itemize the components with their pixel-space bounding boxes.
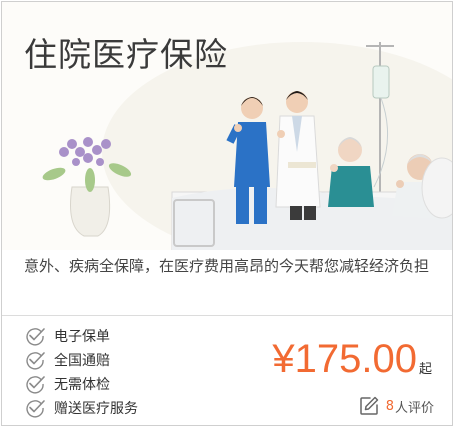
price-suffix: 起 [418,362,432,377]
feature-label: 赠送医疗服务 [54,401,138,417]
reviews-link[interactable]: 8 人评价 [358,395,434,417]
price-display: ¥175.00 起 [272,339,432,379]
price-amount: ¥175.00 [272,337,417,381]
feature-label: 电子保单 [54,329,110,345]
feature-item: 全国通赔 [24,349,138,371]
feature-label: 无需体检 [54,377,110,393]
product-description: 意外、疾病全保障，在医疗费用高昂的今天帮您减轻经济负担 [24,257,430,275]
check-circle-icon [26,400,45,418]
edit-icon [359,396,378,415]
feature-item: 电子保单 [24,325,138,347]
product-banner[interactable]: 住院医疗保险 [2,2,452,250]
check-circle-icon [26,352,45,370]
feature-item: 无需体检 [24,373,138,395]
feature-label: 全国通赔 [54,353,110,369]
feature-item: 赠送医疗服务 [24,397,138,419]
check-circle-icon [26,376,45,394]
section-divider [2,315,452,316]
check-circle-icon [26,328,45,346]
product-title: 住院医疗保险 [24,35,228,74]
review-count: 8 [385,398,394,414]
feature-list: 电子保单 全国通赔 无需体检 赠送医疗服务 [24,325,138,421]
review-label: 人评价 [394,400,434,416]
insurance-product-card[interactable]: 住院医疗保险 意外、疾病全保障，在医疗费用高昂的今天帮您减轻经济负担 电子保单 … [1,1,453,426]
